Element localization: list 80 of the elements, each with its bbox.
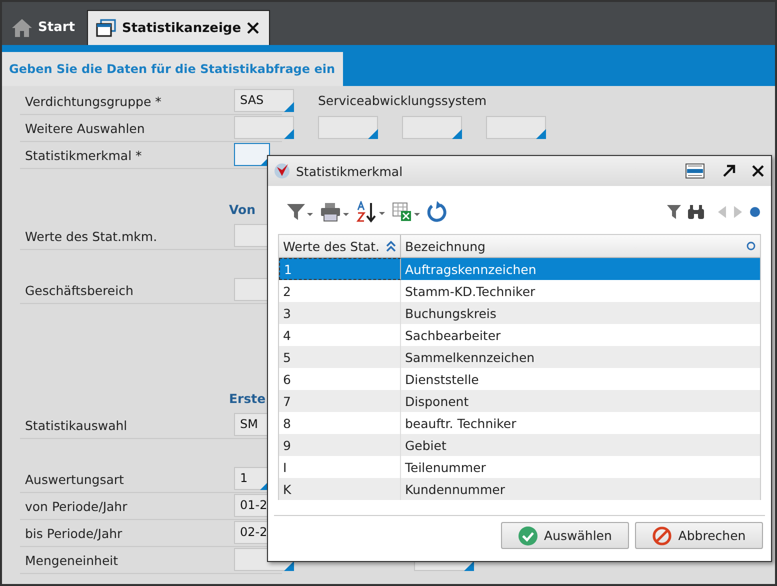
table-row[interactable]: 1 Auftragskennzeichen [279,258,760,280]
table-cell: beauftr. Techniker [405,416,516,430]
input-field[interactable] [402,116,462,139]
field-label: Werte des Stat.mkm. [24,229,158,244]
field-label: Statistikauswahl [24,418,128,433]
excel-export-icon[interactable] [392,202,420,222]
select-button[interactable]: Auswählen [501,522,629,549]
input-field[interactable]: 1 [234,467,270,490]
cancel-icon [652,526,672,546]
field-label: von Periode/Jahr [24,499,128,514]
close-icon[interactable] [247,22,260,34]
field-label: Geschäftsbereich [24,283,134,298]
dropdown-corner-icon [284,102,294,112]
table-cell: 9 [283,438,291,452]
dropdown-corner-icon [284,561,294,571]
table-cell: Disponent [405,394,469,408]
field-label: bis Periode/Jahr [24,526,124,541]
binoculars-icon[interactable] [687,204,705,220]
dropdown-corner-icon [464,561,474,571]
table-cell: 6 [283,372,291,386]
table-cell: 1 [284,262,292,276]
filter-dropdown-icon[interactable] [286,202,314,222]
table-cell: Sachbearbeiter [405,328,501,342]
table-row[interactable]: 5 Sammelkennzeichen [279,346,760,368]
filter-icon[interactable] [667,204,681,220]
layout-icon[interactable] [685,163,705,179]
dropdown-corner-icon [368,129,378,139]
section-title: Geben Sie die Daten für die Statistikabfrage ein [2,52,343,86]
window-icon [96,19,116,37]
table-cell: Kundennummer [405,482,505,496]
table-cell: Auftragskennzeichen [405,262,536,276]
table-cell: 3 [283,306,291,320]
field-label: Weitere Auswahlen [24,121,146,136]
table-row[interactable]: 7 Disponent [279,390,760,412]
column-header[interactable]: Werte des Stat. [279,235,401,257]
table-cell: Sammelkennzeichen [405,350,535,364]
tab[interactable]: Start [8,10,85,45]
field-label: Verdichtungsgruppe * [24,94,162,109]
table-cell: Stamm-KD.Techniker [405,284,536,298]
table-cell: Buchungskreis [405,306,496,320]
table-cell: Dienststelle [405,372,479,386]
field-label: Auswertungsart [24,472,125,487]
refresh-icon[interactable] [426,201,448,223]
dialog-title: Statistikmerkmal [296,164,404,178]
dot-icon[interactable] [749,206,761,218]
table-cell: K [283,482,292,496]
sort-icon[interactable] [356,201,386,223]
input-field[interactable]: SAS [234,89,294,112]
column-heading: Von [229,202,256,217]
column-heading: Erste [229,391,266,406]
dropdown-corner-icon [284,129,294,139]
table-cell: Gebiet [405,438,446,452]
table-cell: Teilenummer [405,460,486,474]
field-label: Statistikmerkmal * [24,148,143,163]
table-cell: 8 [283,416,291,430]
input-field[interactable] [486,116,546,139]
input-field[interactable] [318,116,378,139]
table-cell: 5 [283,350,291,364]
table-cell: 2 [283,284,291,298]
dropdown-corner-icon [452,129,462,139]
table-cell: 7 [283,394,291,408]
dropdown-corner-icon [536,129,546,139]
check-icon [518,526,538,546]
print-icon[interactable] [320,202,350,222]
maximize-icon[interactable] [721,163,737,179]
table-cell: I [283,460,287,474]
cancel-button[interactable]: Abbrechen [635,522,763,549]
table-row[interactable]: 3 Buchungskreis [279,302,760,324]
input-field[interactable] [234,116,294,139]
app-logo-icon [274,163,290,179]
close-icon[interactable] [751,164,765,178]
input-field[interactable] [234,143,270,166]
field-description: Serviceabwicklungssystem [318,93,487,108]
table-cell: 4 [283,328,291,342]
table-row[interactable]: 9 Gebiet [279,434,760,456]
field-label: Mengeneinheit [24,553,120,568]
home-icon [12,18,32,36]
column-header[interactable]: Bezeichnung [401,235,760,257]
tab[interactable]: Statistikanzeige [86,10,270,45]
table-row[interactable]: K Kundennummer [279,478,760,500]
